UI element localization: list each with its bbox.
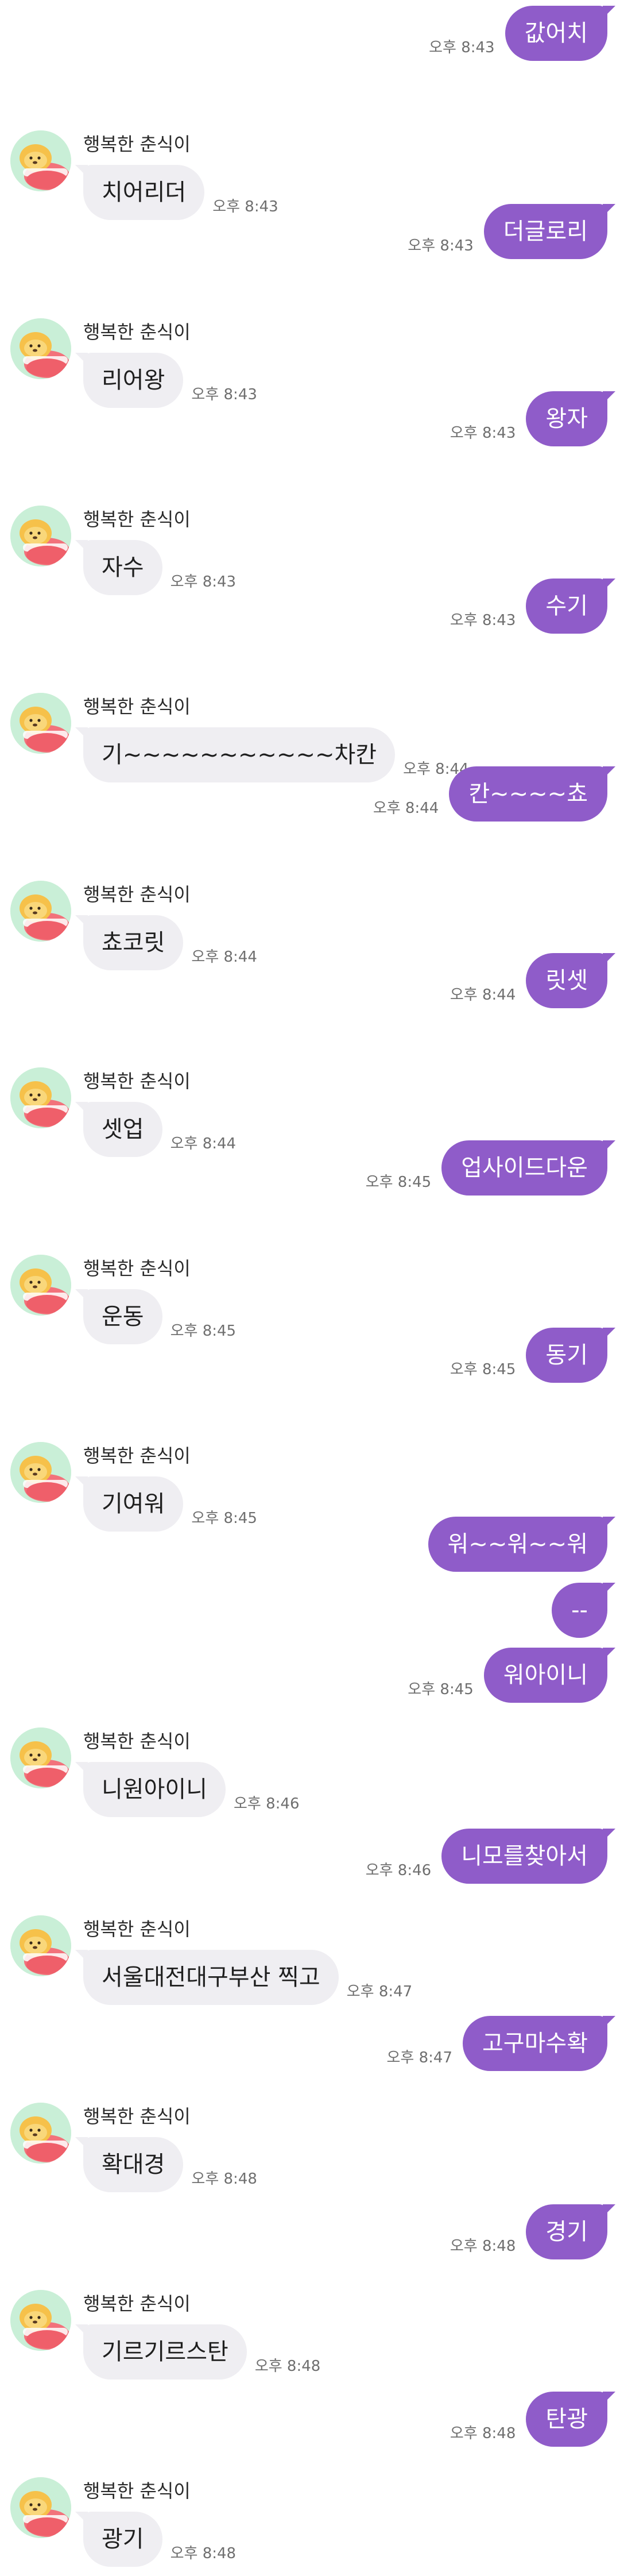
message-row-outgoing: 오후 8:43 더글로리 — [0, 204, 620, 259]
contact-avatar-icon[interactable] — [10, 693, 71, 754]
message-row-incoming: 행복한 춘식이확대경오후 8:48 — [0, 2103, 620, 2192]
message-row-incoming: 행복한 춘식이서울대전대구부산 찍고오후 8:47 — [0, 1915, 620, 2005]
message-bubble-outgoing[interactable]: 워아이니 — [483, 1648, 616, 1703]
contact-avatar-icon[interactable] — [10, 318, 71, 379]
message-timestamp: 오후 8:48 — [254, 2358, 321, 2375]
message-row-outgoing: 오후 8:43 수기 — [0, 579, 620, 634]
message-row-outgoing: 오후 8:48 경기 — [0, 2204, 620, 2259]
message-timestamp: 오후 8:43 — [429, 39, 495, 56]
chat-log[interactable]: 오후 8:43 값어치 행복한 춘식이 치어리더 오후 8:43 오후 8:43 더글로리 행… — [0, 0, 620, 2576]
contact-name: 행복한 춘식이 — [83, 884, 191, 905]
contact-avatar-icon[interactable] — [10, 1915, 71, 1976]
message-timestamp: 오후 8:48 — [450, 2425, 516, 2442]
message-row-outgoing: 오후 8:46 니모를찾아서 — [0, 1829, 620, 1884]
contact-name: 행복한 춘식이 — [83, 1258, 191, 1279]
message-row-outgoing: 오후 8:45 업사이드다운 — [0, 1140, 620, 1196]
message-timestamp: 오후 8:45 — [408, 1681, 474, 1698]
message-row-outgoing: 오후 8:44 칸~~~~쵸 — [0, 766, 620, 822]
message-timestamp: 오후 8:43 — [450, 425, 516, 442]
message-timestamp: 오후 8:46 — [365, 1862, 432, 1879]
message-row-outgoing: 워~~워~~워 — [0, 1517, 620, 1572]
message-timestamp: 오후 8:43 — [408, 237, 474, 254]
message-row-outgoing: -- — [0, 1583, 620, 1638]
message-timestamp: 오후 8:44 — [450, 986, 516, 1004]
contact-avatar-icon[interactable] — [10, 2103, 71, 2164]
message-timestamp: 오후 8:44 — [373, 800, 439, 817]
message-timestamp: 오후 8:43 — [450, 612, 516, 629]
contact-name: 행복한 춘식이 — [83, 321, 191, 343]
message-bubble-outgoing[interactable]: 값어치 — [505, 6, 616, 61]
message-row-outgoing: 오후 8:48 탄광 — [0, 2392, 620, 2447]
message-bubble-outgoing[interactable]: 동기 — [526, 1328, 615, 1383]
incoming-message-line: 확대경오후 8:48 — [75, 2137, 257, 2192]
message-bubble-outgoing[interactable]: 탄광 — [526, 2392, 615, 2447]
message-bubble-outgoing[interactable]: 수기 — [526, 579, 615, 634]
contact-name: 행복한 춘식이 — [83, 696, 191, 718]
contact-avatar-icon[interactable] — [10, 2290, 71, 2351]
incoming-message-line: 서울대전대구부산 찍고오후 8:47 — [75, 1950, 413, 2005]
message-bubble-outgoing[interactable]: -- — [552, 1583, 615, 1638]
message-bubble-outgoing[interactable]: 니모를찾아서 — [441, 1829, 615, 1884]
contact-name: 행복한 춘식이 — [83, 133, 191, 155]
contact-avatar-icon[interactable] — [10, 506, 71, 566]
message-timestamp: 오후 8:45 — [450, 1361, 516, 1378]
contact-name: 행복한 춘식이 — [83, 2105, 191, 2127]
incoming-message-line: 기르기르스탄오후 8:48 — [75, 2324, 321, 2380]
contact-avatar-icon[interactable] — [10, 881, 71, 942]
incoming-message-line: 니원아이니오후 8:46 — [75, 1762, 300, 1817]
message-row-incoming: 행복한 춘식이니원아이니오후 8:46 — [0, 1727, 620, 1817]
message-bubble-outgoing[interactable]: 고구마수확 — [463, 2016, 615, 2071]
message-timestamp: 오후 8:48 — [170, 2545, 237, 2562]
message-timestamp: 오후 8:48 — [191, 2170, 257, 2188]
contact-name: 행복한 춘식이 — [83, 2293, 191, 2315]
message-row-outgoing: 오후 8:47 고구마수확 — [0, 2016, 620, 2071]
contact-avatar-icon[interactable] — [10, 2477, 71, 2538]
contact-name: 행복한 춘식이 — [83, 2480, 191, 2502]
message-row-outgoing: 오후 8:44 릿셋 — [0, 953, 620, 1008]
contact-avatar-icon[interactable] — [10, 1067, 71, 1128]
message-row-outgoing: 오후 8:43 왕자 — [0, 391, 620, 446]
contact-name: 행복한 춘식이 — [83, 508, 191, 530]
contact-name: 행복한 춘식이 — [83, 1445, 191, 1467]
message-bubble-outgoing[interactable]: 더글로리 — [483, 204, 616, 259]
message-row-incoming: 행복한 춘식이기르기르스탄오후 8:48 — [0, 2290, 620, 2380]
message-timestamp: 오후 8:48 — [450, 2238, 516, 2255]
incoming-message-line: 광기오후 8:48 — [75, 2512, 237, 2567]
message-bubble-outgoing[interactable]: 칸~~~~쵸 — [449, 766, 615, 822]
message-bubble-outgoing[interactable]: 업사이드다운 — [441, 1140, 615, 1196]
message-bubble-incoming[interactable]: 기르기르스탄 — [75, 2324, 247, 2380]
message-row-outgoing: 오후 8:45 워아이니 — [0, 1648, 620, 1703]
message-timestamp: 오후 8:46 — [234, 1795, 300, 1813]
message-bubble-incoming[interactable]: 광기 — [75, 2512, 162, 2567]
contact-name: 행복한 춘식이 — [83, 1730, 191, 1752]
message-row-outgoing: 오후 8:43 값어치 — [0, 6, 620, 61]
message-bubble-incoming[interactable]: 니원아이니 — [75, 1762, 226, 1817]
contact-avatar-icon[interactable] — [10, 1442, 71, 1503]
message-row-incoming: 행복한 춘식이 기여워 오후 8:45 — [0, 1442, 620, 1532]
message-row-outgoing: 오후 8:45 동기 — [0, 1328, 620, 1383]
contact-avatar-icon[interactable] — [10, 1727, 71, 1788]
message-row-incoming: 행복한 춘식이광기오후 8:48 — [0, 2477, 620, 2567]
contact-name: 행복한 춘식이 — [83, 1918, 191, 1940]
contact-name: 행복한 춘식이 — [83, 1070, 191, 1092]
contact-avatar-icon[interactable] — [10, 1255, 71, 1316]
message-timestamp: 오후 8:47 — [346, 1983, 413, 2000]
contact-avatar-icon[interactable] — [10, 130, 71, 191]
message-bubble-outgoing[interactable]: 경기 — [526, 2204, 615, 2259]
message-timestamp: 오후 8:47 — [386, 2049, 453, 2066]
message-bubble-incoming[interactable]: 확대경 — [75, 2137, 184, 2192]
message-bubble-incoming[interactable]: 서울대전대구부산 찍고 — [75, 1950, 339, 2005]
message-bubble-outgoing[interactable]: 워~~워~~워 — [428, 1517, 616, 1572]
message-timestamp: 오후 8:45 — [365, 1174, 432, 1191]
message-bubble-outgoing[interactable]: 릿셋 — [526, 953, 615, 1008]
message-bubble-outgoing[interactable]: 왕자 — [526, 391, 615, 446]
